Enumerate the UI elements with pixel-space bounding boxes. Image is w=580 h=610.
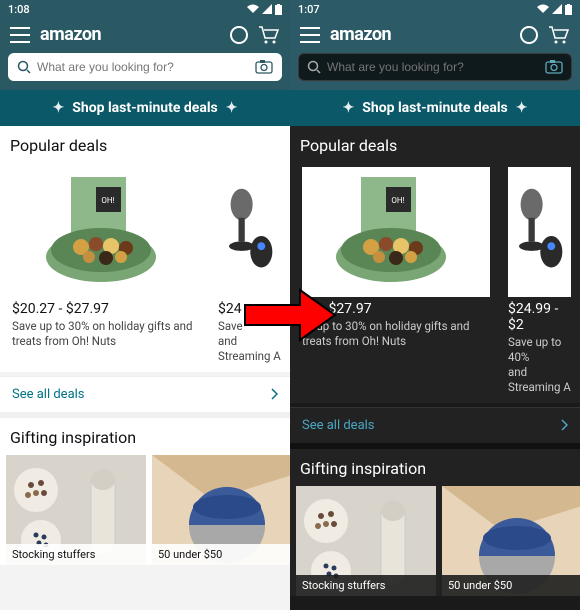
voice-icon[interactable] bbox=[230, 26, 248, 44]
deal-image bbox=[218, 167, 281, 297]
sparkle-icon: ✦ bbox=[516, 100, 528, 116]
light-mode-pane: 1:08 amazon ✦ Shop last-minute deals ✦ P… bbox=[0, 0, 290, 610]
status-icons bbox=[247, 4, 282, 15]
battery-icon bbox=[565, 4, 572, 15]
camera-icon[interactable] bbox=[255, 60, 273, 74]
svg-text:OH!: OH! bbox=[391, 196, 404, 205]
sparkle-icon: ✦ bbox=[226, 100, 238, 116]
wifi-icon bbox=[537, 4, 549, 14]
gift-card[interactable]: Stocking stuffers bbox=[296, 486, 436, 596]
status-bar: 1:07 bbox=[290, 0, 580, 18]
banner-text: Shop last-minute deals bbox=[72, 100, 218, 116]
gift-carousel[interactable]: Stocking stuffers 50 under $50 bbox=[0, 455, 290, 565]
gift-card[interactable]: Stocking stuffers bbox=[6, 455, 146, 565]
deal-description: Save and Streaming A bbox=[218, 319, 281, 364]
status-icons bbox=[537, 4, 572, 15]
battery-icon bbox=[275, 4, 282, 15]
gift-label: 50 under $50 bbox=[442, 575, 580, 596]
search-input[interactable] bbox=[37, 60, 249, 74]
menu-icon[interactable] bbox=[10, 27, 30, 43]
status-time: 1:07 bbox=[298, 3, 320, 16]
gift-carousel[interactable]: Stocking stuffers 50 under $50 bbox=[290, 486, 580, 596]
deal-card[interactable]: OH! $20.27 - $27.97 Save up to 30% on ho… bbox=[6, 163, 206, 372]
status-bar: 1:08 bbox=[0, 0, 290, 18]
wifi-icon bbox=[247, 4, 259, 14]
deal-image: OH! bbox=[302, 167, 490, 297]
gift-card[interactable]: 50 under $50 bbox=[442, 486, 580, 596]
deal-image bbox=[508, 167, 571, 297]
sparkle-icon: ✦ bbox=[53, 100, 65, 116]
see-all-deals-link[interactable]: See all deals bbox=[290, 407, 580, 443]
see-all-label: See all deals bbox=[302, 418, 375, 433]
chevron-right-icon bbox=[560, 419, 568, 431]
cart-icon[interactable] bbox=[258, 25, 280, 45]
gift-label: 50 under $50 bbox=[152, 544, 290, 565]
signal-icon bbox=[262, 4, 272, 14]
gift-card[interactable]: 50 under $50 bbox=[152, 455, 290, 565]
deal-image: OH! bbox=[12, 167, 200, 297]
amazon-logo[interactable]: amazon bbox=[40, 24, 220, 45]
search-input[interactable] bbox=[327, 60, 539, 74]
deals-banner[interactable]: ✦ Shop last-minute deals ✦ bbox=[0, 90, 290, 126]
status-time: 1:08 bbox=[8, 3, 30, 16]
menu-icon[interactable] bbox=[300, 27, 320, 43]
deals-banner[interactable]: ✦ Shop last-minute deals ✦ bbox=[290, 90, 580, 126]
gift-label: Stocking stuffers bbox=[6, 544, 146, 565]
gift-label: Stocking stuffers bbox=[296, 575, 436, 596]
cart-icon[interactable] bbox=[548, 25, 570, 45]
gifting-title: Gifting inspiration bbox=[0, 418, 290, 455]
search-bar[interactable] bbox=[8, 53, 282, 81]
signal-icon bbox=[552, 4, 562, 14]
deal-card[interactable]: OH! 27 - $27.97 ve up to 30% on holiday … bbox=[296, 163, 496, 403]
gifting-title: Gifting inspiration bbox=[290, 449, 580, 486]
dark-mode-pane: 1:07 amazon ✦ Shop last-minute deals ✦ P… bbox=[290, 0, 580, 610]
svg-text:OH!: OH! bbox=[101, 196, 114, 205]
deal-description: Save up to 40% and Streaming A bbox=[508, 335, 571, 395]
chevron-right-icon bbox=[270, 388, 278, 400]
deal-price: $24.99 - $2 bbox=[508, 301, 571, 333]
see-all-label: See all deals bbox=[12, 387, 85, 402]
banner-text: Shop last-minute deals bbox=[362, 100, 508, 116]
deals-carousel[interactable]: OH! 27 - $27.97 ve up to 30% on holiday … bbox=[290, 163, 580, 403]
deals-carousel[interactable]: OH! $20.27 - $27.97 Save up to 30% on ho… bbox=[0, 163, 290, 372]
popular-deals-title: Popular deals bbox=[0, 126, 290, 163]
deal-card[interactable]: $24 Save and Streaming A bbox=[212, 163, 287, 372]
deal-description: ve up to 30% on holiday gifts and treats… bbox=[302, 319, 490, 349]
search-bar[interactable] bbox=[298, 53, 572, 81]
search-icon bbox=[307, 60, 321, 74]
deal-price: $20.27 - $27.97 bbox=[12, 301, 200, 317]
deal-description: Save up to 30% on holiday gifts and trea… bbox=[12, 319, 200, 349]
deal-price: $24 bbox=[218, 301, 281, 317]
see-all-deals-link[interactable]: See all deals bbox=[0, 376, 290, 412]
app-header: amazon bbox=[0, 18, 290, 53]
deal-card[interactable]: $24.99 - $2 Save up to 40% and Streaming… bbox=[502, 163, 577, 403]
app-header: amazon bbox=[290, 18, 580, 53]
deal-price: 27 - $27.97 bbox=[302, 301, 490, 317]
sparkle-icon: ✦ bbox=[343, 100, 355, 116]
camera-icon[interactable] bbox=[545, 60, 563, 74]
amazon-logo[interactable]: amazon bbox=[330, 24, 510, 45]
search-icon bbox=[17, 60, 31, 74]
voice-icon[interactable] bbox=[520, 26, 538, 44]
popular-deals-title: Popular deals bbox=[290, 126, 580, 163]
